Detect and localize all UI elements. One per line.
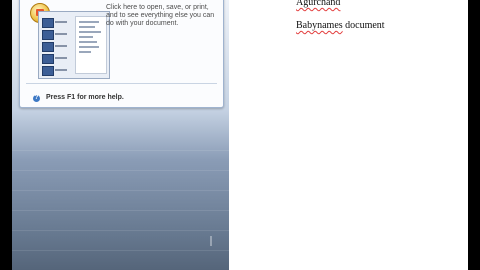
document-line-2[interactable]: Babynames document bbox=[296, 20, 385, 31]
line-text: document bbox=[342, 20, 385, 31]
office-button-tooltip: Click here to open, save, or print, and … bbox=[19, 0, 224, 108]
misspelled-word[interactable]: Babynames bbox=[296, 20, 343, 31]
document-line-1[interactable]: Agurchand bbox=[296, 0, 340, 8]
help-text: Press F1 for more help. bbox=[46, 94, 124, 101]
office-menu-pane: Click here to open, save, or print, and … bbox=[12, 0, 229, 270]
document-page[interactable]: Agurchand Babynames document bbox=[229, 0, 468, 270]
misspelled-word[interactable]: Agurchand bbox=[296, 0, 340, 8]
scroll-marker bbox=[210, 236, 212, 246]
help-icon: ? bbox=[33, 95, 40, 102]
office-menu-preview bbox=[38, 11, 110, 79]
tooltip-divider bbox=[26, 83, 217, 84]
tooltip-description: Click here to open, save, or print, and … bbox=[106, 4, 215, 27]
